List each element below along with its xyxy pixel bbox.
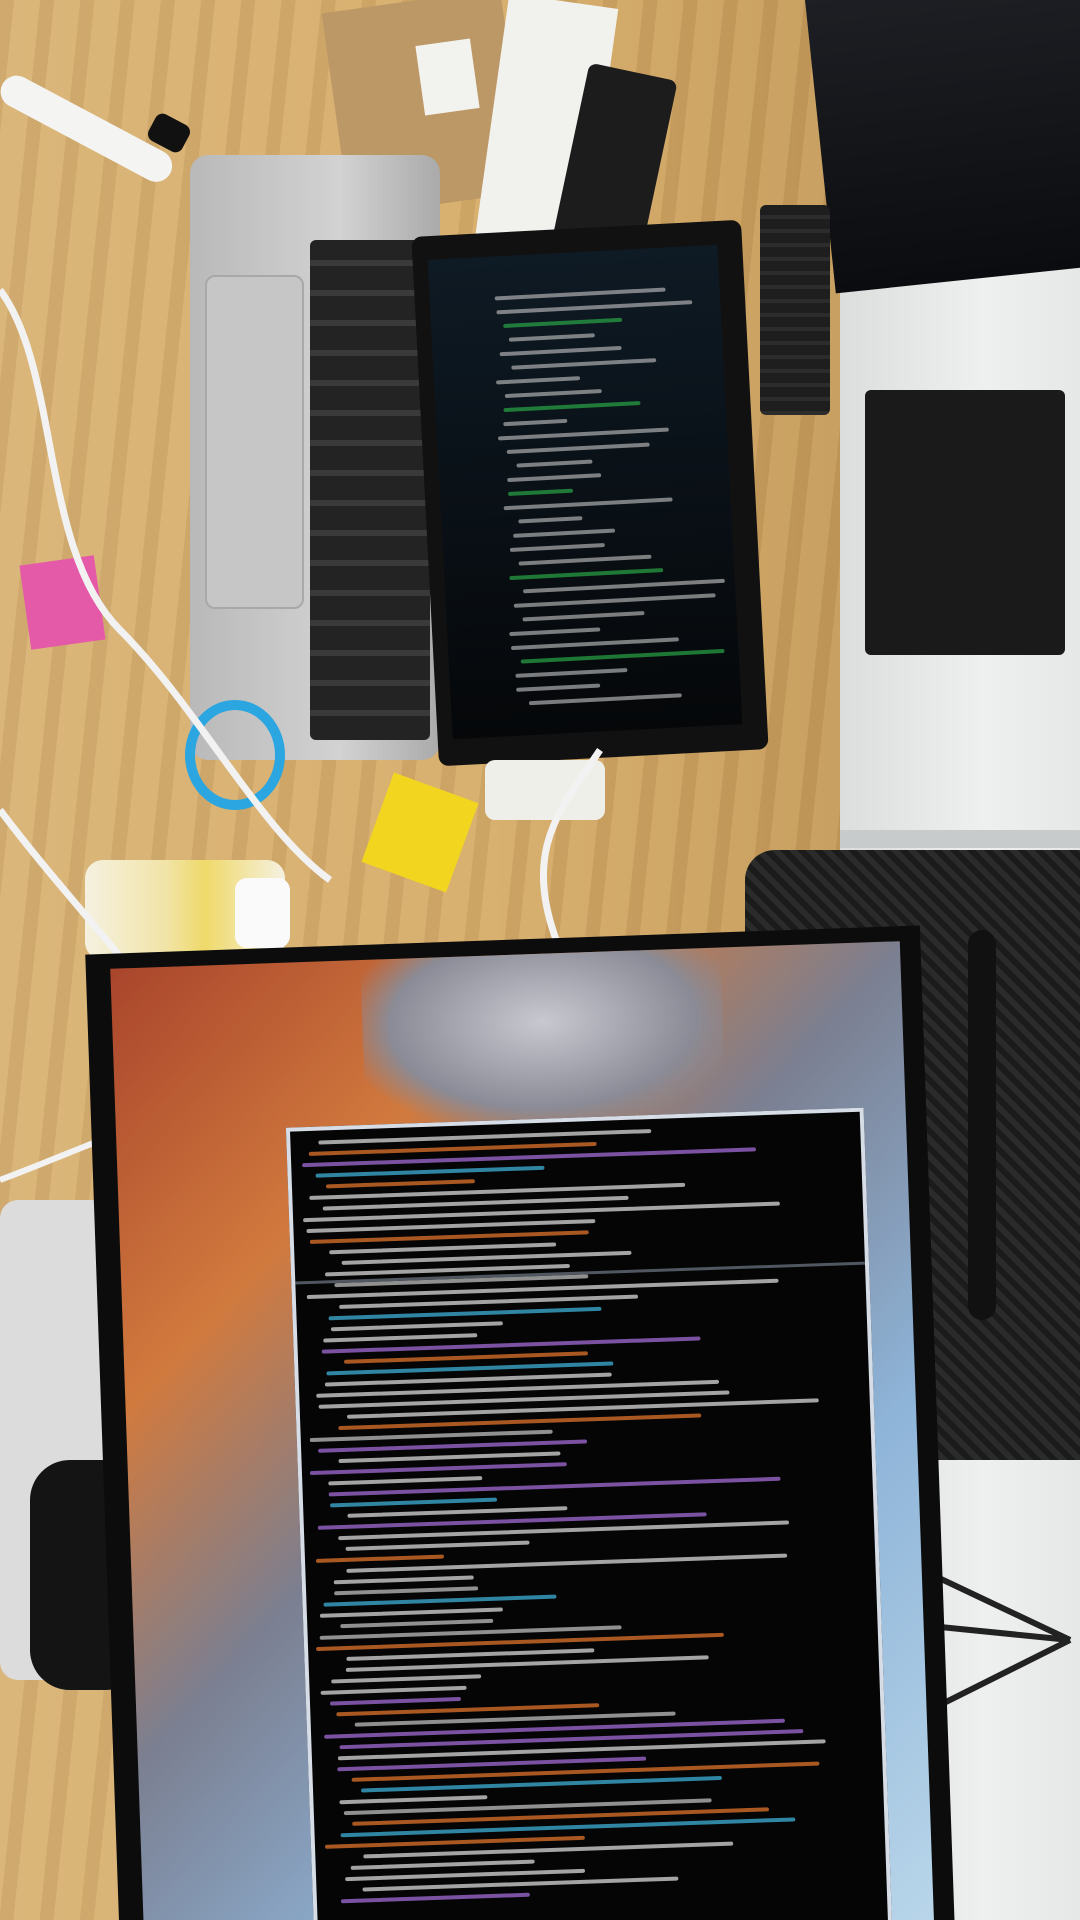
terminal-text-line — [333, 1586, 479, 1596]
terminal-text-line — [329, 1242, 556, 1255]
black-chair-seat — [865, 390, 1065, 655]
terminal-text-line — [326, 1179, 476, 1189]
desktop-wallpaper — [360, 947, 726, 1130]
terminal-text-line — [323, 1594, 557, 1607]
terminal-text-line — [338, 1451, 561, 1464]
terminal-window — [285, 1107, 893, 1920]
terminal-text-line — [310, 1462, 567, 1476]
terminal-text-line — [315, 1165, 545, 1178]
terminal-text-line — [345, 1868, 585, 1882]
external-monitor-back — [805, 0, 1080, 294]
terminal-text-line — [329, 1497, 498, 1508]
terminal-text-line — [317, 1129, 652, 1145]
terminal-text-line — [320, 1607, 503, 1618]
terminal-text-line — [327, 1476, 482, 1486]
terminal-text-line — [340, 1618, 494, 1629]
desk-keyboard — [760, 205, 830, 415]
shipping-label — [415, 38, 480, 116]
terminal-text-line — [331, 1674, 481, 1684]
terminal-text-line — [340, 1892, 531, 1904]
terminal-text-line — [345, 1540, 530, 1551]
terminal-text-line — [350, 1859, 535, 1870]
terminal-text-line — [344, 1351, 588, 1364]
terminal-text-line — [335, 1703, 600, 1717]
wall-trim — [840, 830, 1080, 848]
external-monitor-screen — [110, 941, 934, 1920]
terminal-text-line — [325, 1835, 586, 1849]
terminal-text-line — [309, 1429, 553, 1443]
terminal-text-line — [341, 1250, 632, 1265]
chair-armrest — [968, 930, 996, 1320]
terminal-text-line — [330, 1321, 503, 1332]
terminal-text-line — [320, 1685, 467, 1695]
terminal-text-line — [339, 1795, 488, 1805]
terminal-text-line — [347, 1506, 568, 1518]
terminal-text-line — [330, 1696, 462, 1706]
terminal-text-line — [333, 1575, 474, 1585]
photo-scene — [0, 0, 1080, 1920]
terminal-text-line — [323, 1333, 478, 1343]
terminal-text-line — [328, 1306, 602, 1321]
terminal-text-line — [345, 1648, 595, 1661]
terminal-text-line — [316, 1554, 445, 1563]
